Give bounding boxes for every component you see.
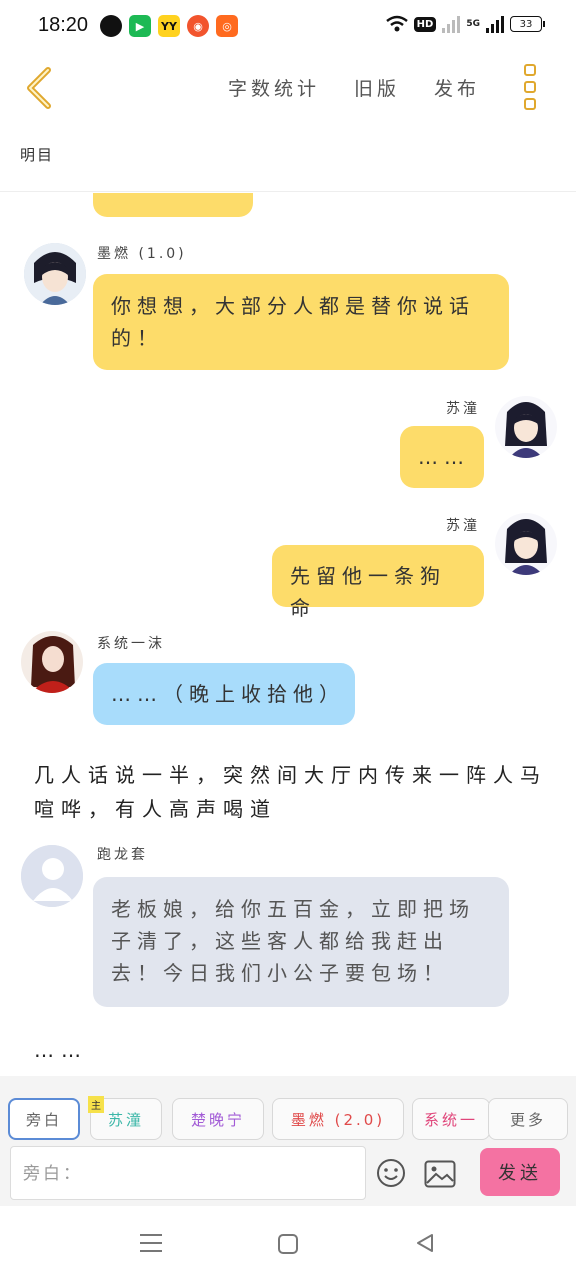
avatar[interactable] [21,845,83,907]
chat-area[interactable]: 墨燃 (1.0) 你想想，大部分人都是替你说话的！ 苏潼 …… 苏潼 先留他一条… [0,193,576,1075]
story-title: 明目 [20,146,55,164]
header-menu: 字数统计 旧版 发布 [228,74,480,101]
battery-icon: 33 [510,16,545,32]
status-bar: 18:20 ▶ YY ◉ ◎ HD 5G 33 [0,0,576,52]
chat-bubble[interactable] [93,193,253,217]
wifi-icon [385,15,408,32]
character-tabs: 旁白 主 苏潼 楚晚宁 墨燃 (2.0) 系统一 更多 [0,1076,576,1146]
more-button[interactable] [524,64,538,110]
avatar[interactable] [495,513,557,575]
character-avatar-icon [21,631,83,693]
image-button[interactable] [424,1160,456,1188]
main-character-badge: 主 [88,1096,104,1113]
chat-bubble[interactable]: 你想想，大部分人都是替你说话的！ [93,274,509,370]
avatar[interactable] [24,243,86,305]
publish-button[interactable]: 发布 [434,74,480,101]
app-notification-icon [100,15,122,37]
speaker-name: 苏潼 [446,518,480,534]
send-button[interactable]: 发送 [480,1148,560,1196]
nav-home-icon[interactable] [278,1234,298,1254]
network-type: 5G [466,19,480,29]
more-icon [524,64,536,76]
word-count-button[interactable]: 字数统计 [228,74,320,101]
kuaishou-app-icon: ◎ [216,15,238,37]
character-avatar-icon [24,243,86,305]
character-avatar-icon [495,396,557,458]
tab-narrator[interactable]: 旁白 [8,1098,80,1140]
status-system-icons: HD 5G 33 [385,15,545,33]
old-version-button[interactable]: 旧版 [354,74,400,101]
status-time: 18:20 [38,14,89,36]
speaker-name: 苏潼 [446,401,480,417]
chat-bubble[interactable]: 老板娘，给你五百金，立即把场子清了，这些客人都给我赶出去！今日我们小公子要包场！ [93,877,509,1007]
emoji-icon [377,1159,405,1187]
avatar[interactable] [495,396,557,458]
narration-text[interactable]: 几人话说一半，突然间大厅内传来一阵人马喧哗，有人高声喝道 [34,758,554,826]
emoji-button[interactable] [376,1158,406,1188]
narration-text[interactable]: …… [34,1033,554,1067]
nav-back-icon[interactable] [414,1232,436,1254]
tab-chu-wanning[interactable]: 楚晚宁 [172,1098,264,1140]
signal-sim2-icon [486,15,504,33]
app-header: 字数统计 旧版 发布 明目 [0,52,576,192]
chat-bubble[interactable]: ……（晚上收拾他） [93,663,355,725]
yy-app-icon: YY [158,15,180,37]
speaker-name: 跑龙套 [97,847,148,863]
tab-mo-ran[interactable]: 墨燃 (2.0) [272,1098,404,1140]
speaker-name: 墨燃 (1.0) [97,246,187,262]
signal-sim1-icon [442,15,461,33]
tab-more[interactable]: 更多 [488,1098,568,1140]
chat-bubble[interactable]: 先留他一条狗命 [272,545,484,620]
image-icon [424,1160,456,1188]
tab-system[interactable]: 系统一 [412,1098,490,1140]
video-app-icon: ▶ [129,15,151,37]
input-bar: 旁白： 发送 [0,1146,576,1206]
back-button[interactable] [20,64,60,112]
character-avatar-icon [495,513,557,575]
chat-bubble[interactable]: …… [400,426,484,488]
nav-menu-icon[interactable] [140,1234,162,1252]
speaker-name: 系统一沫 [97,636,165,652]
system-nav-bar [0,1206,576,1280]
battery-level: 33 [519,18,533,30]
back-chevron-icon [27,67,51,109]
default-avatar-icon [21,845,83,907]
avatar[interactable] [21,631,83,693]
hd-badge: HD [413,16,437,32]
message-input[interactable]: 旁白： [10,1146,366,1200]
weibo-app-icon: ◉ [187,15,209,37]
status-app-icons: ▶ YY ◉ ◎ [100,15,238,37]
